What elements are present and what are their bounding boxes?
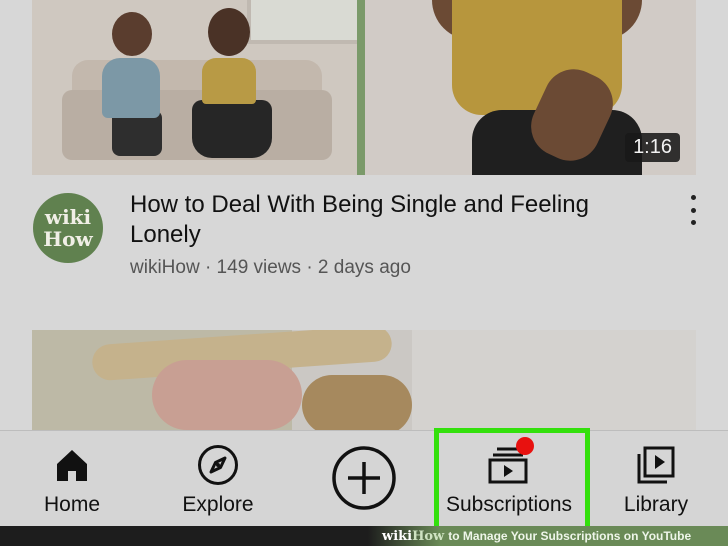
thumbnail-window [247,0,365,44]
nav-library-label: Library [623,493,689,516]
channel-avatar[interactable]: wiki How [33,193,103,263]
more-options-icon[interactable] [683,195,703,225]
nav-home[interactable]: Home [22,431,122,527]
thumbnail-divider [357,0,365,175]
nav-explore-label: Explore [182,493,254,516]
subscriptions-highlight-box [434,428,590,532]
avatar-line-1: wiki [44,205,92,229]
footer-bar: wikiHow to Manage Your Subscriptions on … [0,526,728,546]
video-thumbnail[interactable]: 1:16 [32,0,696,175]
avatar-line-2: How [43,227,93,251]
thumbnail-person-2-head [208,8,250,56]
wikihow-logo: wikiHow [382,528,445,544]
footer-caption-strip: wikiHow to Manage Your Subscriptions on … [368,526,728,546]
video-thumbnail-2[interactable] [32,330,696,430]
compass-icon [196,443,240,487]
thumbnail-person-2 [202,58,256,104]
thumbnail-person-1-head [112,12,152,56]
video-duration-badge: 1:16 [625,133,680,162]
thumbnail-2-shape [412,330,696,430]
video-title[interactable]: How to Deal With Being Single and Feelin… [130,190,650,250]
youtube-home-screen: 1:16 wiki How How to Deal With Being Sin… [0,0,728,546]
thumbnail-2-shape [152,360,302,430]
nav-home-label: Home [43,493,101,516]
footer-caption: to Manage Your Subscriptions on YouTube [448,529,692,543]
thumbnail-person-1 [102,58,160,118]
nav-library[interactable]: Library [606,431,706,527]
nav-explore[interactable]: Explore [168,431,268,527]
video-meta: wikiHow · 149 views · 2 days ago [130,257,411,278]
thumbnail-2-shape [302,375,412,430]
bottom-navigation-bar: Home Explore Subscriptions Library [0,430,728,527]
library-icon [635,443,677,487]
thumbnail-person-2-skirt [192,100,272,158]
add-circle-icon [331,445,397,511]
home-icon [52,443,92,487]
nav-create[interactable] [314,431,414,527]
